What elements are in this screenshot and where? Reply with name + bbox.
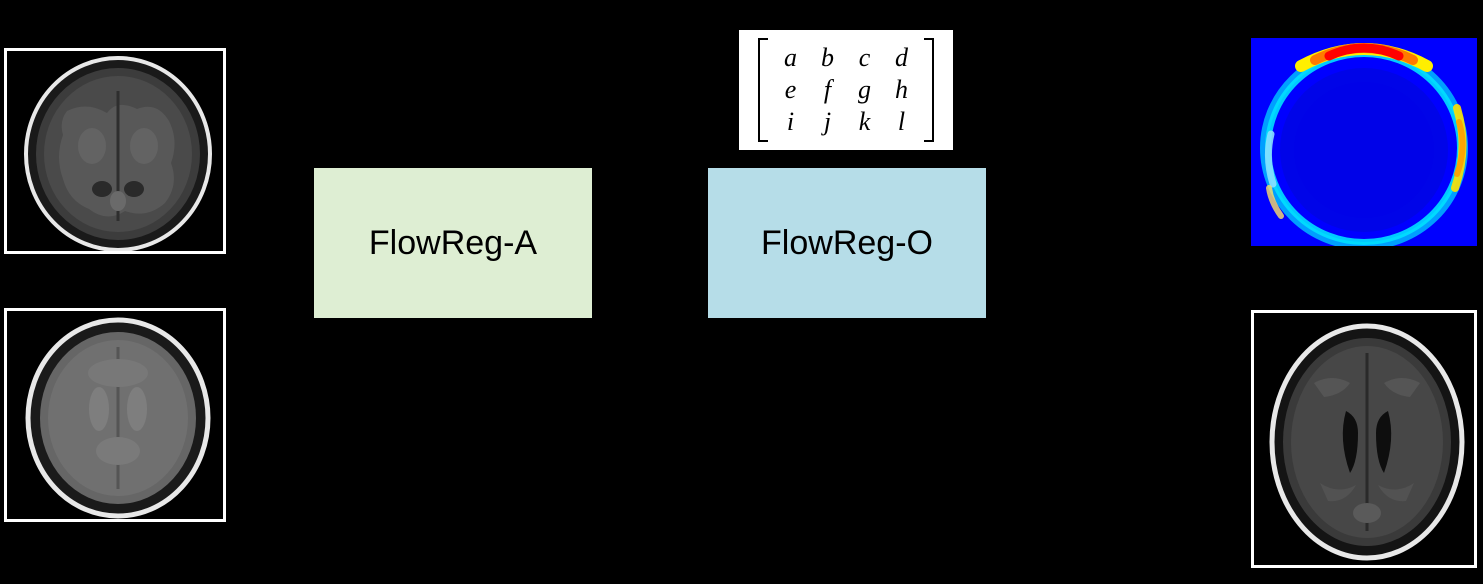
matrix-table: a b c d e f g h i j k l [772, 42, 920, 138]
brain-registered-icon [1254, 313, 1474, 565]
registered-volume-mri [1251, 310, 1477, 568]
brain-template-icon [7, 311, 223, 519]
flowreg-o-label: FlowReg-O [761, 224, 933, 263]
bracket-right-icon [924, 38, 934, 142]
flowreg-o-block: FlowReg-O [708, 168, 986, 318]
matrix-cell: g [846, 74, 883, 106]
matrix-cell: b [809, 42, 846, 74]
flow-field-heatmap [1251, 38, 1477, 246]
matrix-cell: a [772, 42, 809, 74]
flowreg-a-block: FlowReg-A [314, 168, 592, 318]
diagram-stage: FlowReg-A FlowReg-O a b c d e f g h [0, 0, 1483, 584]
matrix-cell: l [883, 106, 920, 138]
moving-volume-mri [4, 48, 226, 254]
matrix-cell: i [772, 106, 809, 138]
affine-matrix: a b c d e f g h i j k l [739, 30, 953, 150]
heatmap-icon [1251, 38, 1477, 246]
matrix-cell: d [883, 42, 920, 74]
fixed-template-mri [4, 308, 226, 522]
bracket-left-icon [758, 38, 768, 142]
matrix-cell: j [809, 106, 846, 138]
flowreg-a-label: FlowReg-A [369, 224, 537, 263]
matrix-cell: c [846, 42, 883, 74]
matrix-cell: f [809, 74, 846, 106]
matrix-cell: e [772, 74, 809, 106]
brain-mri-icon [7, 51, 223, 251]
matrix-cell: k [846, 106, 883, 138]
matrix-cell: h [883, 74, 920, 106]
